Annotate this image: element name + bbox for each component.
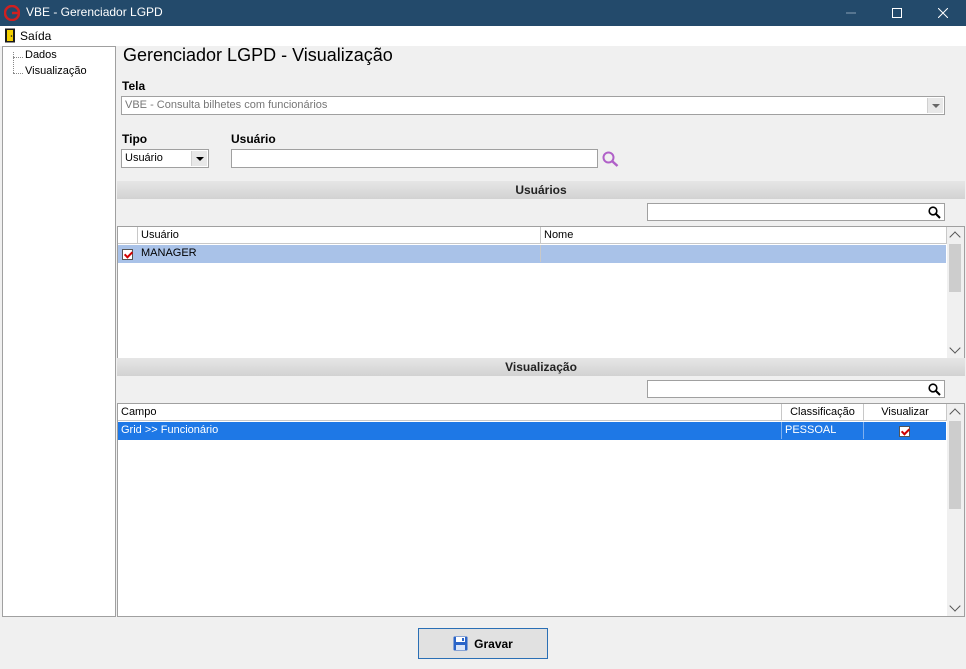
chevron-down-icon <box>195 156 204 161</box>
close-icon <box>938 8 948 18</box>
save-button[interactable]: Gravar <box>418 628 548 659</box>
users-section-header: Usuários <box>117 181 965 199</box>
exit-menu-item[interactable]: Saída <box>4 28 51 43</box>
save-button-label: Gravar <box>474 636 513 651</box>
view-grid-scrollbar[interactable] <box>947 404 964 616</box>
row-usuario: MANAGER <box>138 245 541 262</box>
close-button[interactable] <box>920 0 966 26</box>
tela-select[interactable]: VBE - Consulta bilhetes com funcionários <box>121 96 945 115</box>
users-col-nome[interactable]: Nome <box>541 227 947 244</box>
row-visualizar-checkbox[interactable] <box>899 426 910 437</box>
users-search-input[interactable] <box>647 203 945 221</box>
chevron-up-icon[interactable] <box>949 231 961 243</box>
search-icon <box>928 206 941 219</box>
view-search-input[interactable] <box>647 380 945 398</box>
maximize-button[interactable] <box>874 0 920 26</box>
chevron-down-icon[interactable] <box>949 600 961 612</box>
tipo-dropdown-button[interactable] <box>191 151 207 166</box>
floppy-disk-icon <box>453 636 468 651</box>
door-exit-icon <box>5 28 15 43</box>
users-grid-checkbox-header <box>118 227 138 244</box>
chevron-down-icon <box>931 103 940 108</box>
tree-item-dados[interactable]: Dados <box>25 49 57 61</box>
row-campo: Grid >> Funcionário <box>118 422 782 439</box>
tela-dropdown-button[interactable] <box>927 98 943 113</box>
menu-bar: Saída <box>0 26 966 46</box>
navigation-tree: Dados Visualização <box>2 46 116 617</box>
search-icon[interactable] <box>602 151 620 167</box>
table-row[interactable]: Grid >> Funcionário PESSOAL <box>118 422 946 440</box>
table-row[interactable]: MANAGER <box>118 245 946 263</box>
tipo-label: Tipo <box>122 132 148 146</box>
maximize-icon <box>892 8 902 18</box>
chevron-down-icon[interactable] <box>949 342 961 354</box>
search-icon <box>928 383 941 396</box>
view-grid: Campo Classificação Visualizar Grid >> F… <box>117 403 965 617</box>
minimize-icon <box>846 12 856 14</box>
chevron-up-icon[interactable] <box>949 408 961 420</box>
scrollbar-thumb[interactable] <box>949 244 961 292</box>
row-checkbox[interactable] <box>122 249 133 260</box>
view-section-header: Visualização <box>117 358 965 376</box>
users-grid-scrollbar[interactable] <box>947 227 964 358</box>
exit-label: Saída <box>20 28 52 43</box>
tipo-select[interactable]: Usuário <box>121 149 209 168</box>
tree-item-visualizacao[interactable]: Visualização <box>25 65 87 77</box>
minimize-button[interactable] <box>828 0 874 26</box>
tree-connector <box>13 52 14 73</box>
tela-select-value: VBE - Consulta bilhetes com funcionários <box>125 99 328 111</box>
page-title: Gerenciador LGPD - Visualização <box>123 45 393 65</box>
users-col-usuario[interactable]: Usuário <box>138 227 541 244</box>
usuario-label: Usuário <box>231 132 276 146</box>
tree-connector <box>13 57 23 58</box>
usuario-input[interactable] <box>231 149 598 168</box>
view-col-classificacao[interactable]: Classificação <box>782 404 864 421</box>
tree-connector <box>13 73 23 74</box>
users-grid: Usuário Nome MANAGER <box>117 226 965 359</box>
window-title: VBE - Gerenciador LGPD <box>26 5 163 19</box>
tela-label: Tela <box>122 79 146 93</box>
row-classificacao: PESSOAL <box>782 422 864 439</box>
scrollbar-thumb[interactable] <box>949 421 961 509</box>
view-col-campo[interactable]: Campo <box>118 404 782 421</box>
view-col-visualizar[interactable]: Visualizar <box>864 404 947 421</box>
tipo-select-value: Usuário <box>125 152 163 164</box>
title-bar[interactable]: VBE - Gerenciador LGPD <box>0 0 966 26</box>
app-logo-icon <box>4 5 20 21</box>
